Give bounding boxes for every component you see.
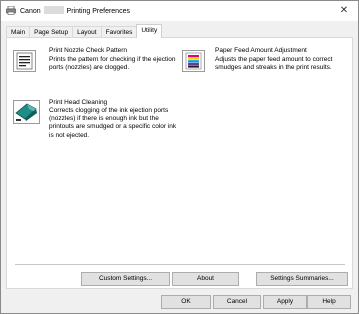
close-button[interactable]: ✕ <box>330 1 358 21</box>
cancel-button[interactable]: Cancel <box>213 295 261 309</box>
nozzle-check-title[interactable]: Print Nozzle Check Pattern <box>49 47 127 54</box>
paper-feed-adjust-icon[interactable] <box>182 50 205 72</box>
close-icon: ✕ <box>339 5 349 16</box>
title-bar: Canon Printing Preferences ✕ <box>1 1 358 21</box>
nozzle-check-description: Prints the pattern for checking if the e… <box>49 56 176 72</box>
head-cleaning-title[interactable]: Print Head Cleaning <box>49 99 107 106</box>
tab-strip: Main Page Setup Layout Favorites Utility <box>6 24 163 38</box>
about-button[interactable]: About <box>172 272 239 286</box>
help-button[interactable]: Help <box>307 295 351 309</box>
panel-divider <box>15 264 345 265</box>
nozzle-check-icon[interactable] <box>13 50 36 72</box>
redacted-model-name <box>43 6 64 14</box>
apply-button[interactable]: Apply <box>263 295 307 309</box>
printer-icon <box>6 6 16 15</box>
tab-utility[interactable]: Utility <box>136 24 163 38</box>
paper-feed-description: Adjusts the paper feed amount to correct… <box>215 56 333 72</box>
ok-button[interactable]: OK <box>161 295 211 309</box>
print-head-cleaning-icon[interactable] <box>13 100 40 124</box>
utility-panel: Print Nozzle Check Pattern Prints the pa… <box>6 37 353 289</box>
settings-summaries-button[interactable]: Settings Summaries... <box>256 272 348 286</box>
printing-preferences-dialog: Canon Printing Preferences ✕ Main Page S… <box>0 0 359 314</box>
window-title: Canon Printing Preferences <box>20 6 130 15</box>
head-cleaning-description: Corrects clogging of the ink ejection po… <box>49 107 177 139</box>
paper-feed-title[interactable]: Paper Feed Amount Adjustment <box>215 47 307 54</box>
custom-settings-button[interactable]: Custom Settings... <box>81 272 170 286</box>
